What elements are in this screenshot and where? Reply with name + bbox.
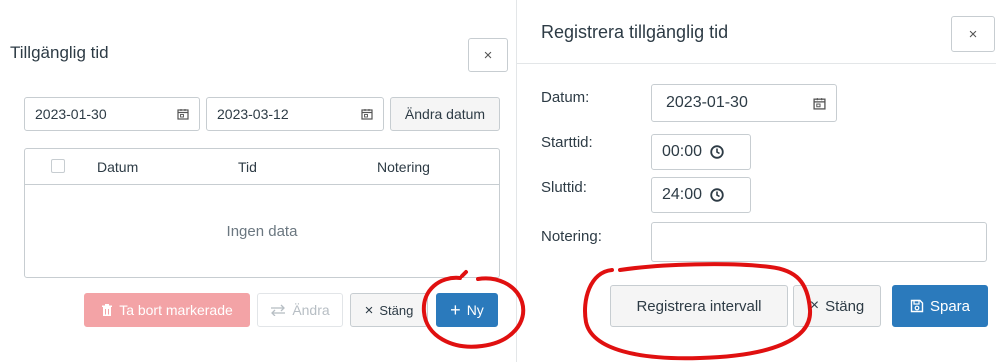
new-button[interactable]: + Ny — [436, 293, 498, 327]
table-empty-text: Ingen data — [226, 223, 298, 240]
table-header: Datum Tid Notering — [25, 149, 499, 185]
date-to-input[interactable]: 2023-03-12 — [206, 97, 384, 131]
note-label: Notering: — [541, 228, 602, 245]
right-dialog: Registrera tillgänglig tid × Datum: 2023… — [517, 0, 996, 362]
plus-icon: + — [450, 300, 461, 320]
delete-selected-button[interactable]: Ta bort markerade — [84, 293, 250, 327]
close-icon: × — [483, 46, 493, 64]
register-interval-label: Registrera intervall — [636, 297, 762, 315]
start-time-label: Starttid: — [541, 134, 593, 151]
date-value: 2023-01-30 — [666, 94, 748, 111]
availability-table: Datum Tid Notering Ingen data — [24, 148, 500, 278]
calendar-icon — [177, 108, 189, 120]
right-dialog-header-separator — [517, 63, 996, 64]
left-dialog: Tillgänglig tid × 2023-01-30 2023-03-12 … — [0, 0, 516, 362]
date-input[interactable]: 2023-01-30 — [651, 84, 837, 122]
select-all-checkbox[interactable] — [51, 159, 65, 173]
end-time-value: 24:00 — [662, 186, 703, 203]
close-icon: × — [364, 301, 374, 319]
trash-icon — [101, 303, 113, 317]
delete-selected-label: Ta bort markerade — [119, 302, 233, 318]
right-dialog-title: Registrera tillgänglig tid — [541, 22, 729, 42]
left-close-footer-button[interactable]: × Stäng — [350, 293, 428, 327]
close-label: Stäng — [825, 297, 865, 315]
left-close-button[interactable]: × — [468, 38, 508, 72]
left-dialog-title: Tillgänglig tid — [10, 43, 109, 62]
close-icon: × — [968, 25, 978, 43]
column-header-date[interactable]: Datum — [97, 159, 138, 175]
edit-button[interactable]: Ändra — [257, 293, 343, 327]
date-to-value: 2023-03-12 — [217, 106, 289, 122]
clock-icon — [710, 145, 724, 159]
note-input[interactable] — [651, 222, 987, 262]
clock-icon — [710, 188, 724, 202]
register-interval-button[interactable]: Registrera intervall — [610, 285, 788, 327]
edit-label: Ändra — [292, 302, 330, 318]
date-from-value: 2023-01-30 — [35, 106, 107, 122]
end-time-input[interactable]: 24:00 — [651, 177, 751, 213]
date-from-input[interactable]: 2023-01-30 — [24, 97, 200, 131]
swap-arrows-icon — [270, 304, 286, 316]
column-header-note[interactable]: Notering — [377, 159, 430, 175]
start-time-input[interactable]: 00:00 — [651, 134, 751, 170]
save-label: Spara — [929, 297, 971, 315]
save-icon — [910, 299, 924, 313]
close-label: Stäng — [379, 302, 414, 318]
new-label: Ny — [466, 302, 484, 318]
close-icon: × — [809, 297, 820, 314]
end-time-label: Sluttid: — [541, 179, 587, 196]
right-close-button[interactable]: × — [951, 16, 995, 52]
column-header-time[interactable]: Tid — [238, 159, 257, 175]
change-dates-button[interactable]: Ändra datum — [390, 97, 500, 131]
calendar-icon — [813, 97, 826, 110]
calendar-icon — [361, 108, 373, 120]
start-time-value: 00:00 — [662, 143, 703, 160]
date-label: Datum: — [541, 89, 590, 106]
change-dates-label: Ändra datum — [404, 106, 486, 122]
right-close-footer-button[interactable]: × Stäng — [793, 285, 881, 327]
save-button[interactable]: Spara — [892, 285, 988, 327]
